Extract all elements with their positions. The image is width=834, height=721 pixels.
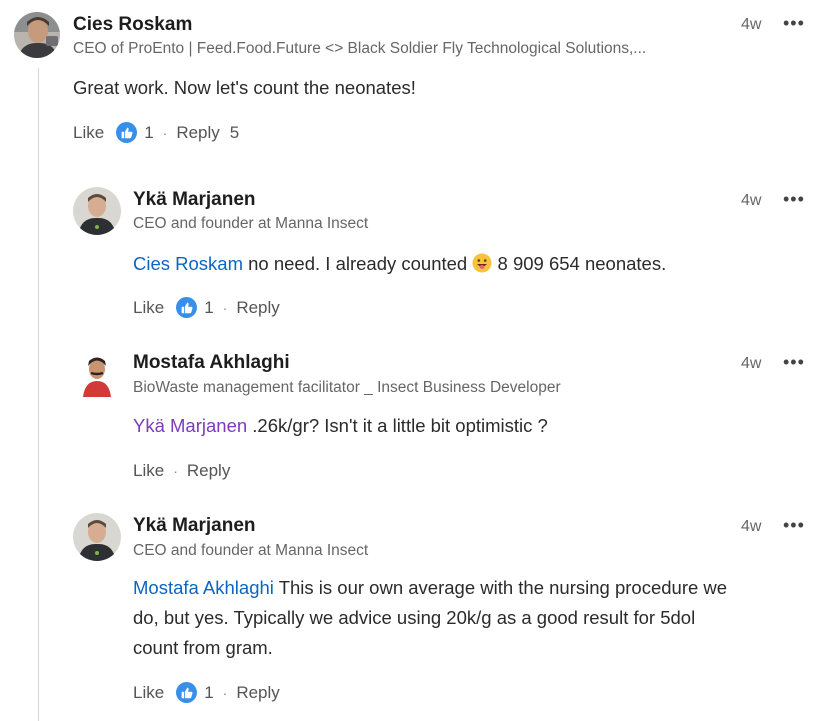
comment-actions: Like 1 · Reply [133,297,280,318]
author-headline: CEO of ProEnto | Feed.Food.Future <> Bla… [73,40,647,57]
timestamp: 4w [741,192,762,209]
like-count[interactable]: 1 [204,298,213,318]
like-count[interactable]: 1 [144,123,153,143]
author-headline: CEO and founder at Manna Insect [133,215,369,232]
like-button[interactable]: Like [133,683,164,703]
author-name[interactable]: Mostafa Akhlaghi [133,352,290,374]
timestamp: 4w [741,16,762,33]
thumbs-up-icon [176,297,198,318]
comment-text-part: 8 909 654 neonates. [492,253,667,274]
thumbs-up-icon [176,682,198,703]
reply-button[interactable]: Reply [236,683,279,703]
comment-text-part: no need. I already counted [243,253,473,274]
author-name[interactable]: Ykä Marjanen [133,189,256,211]
comment-text: Great work. Now let's count the neonates… [73,77,416,98]
timestamp: 4w [741,355,762,372]
author-headline: BioWaste management facilitator _ Insect… [133,379,561,396]
timestamp: 4w [741,518,762,535]
separator: · [222,299,228,316]
avatar[interactable] [73,187,121,235]
more-options-icon[interactable]: ••• [783,353,805,371]
reply-count[interactable]: 5 [230,123,239,143]
author-name[interactable]: Ykä Marjanen [133,515,256,537]
more-options-icon[interactable]: ••• [783,14,805,32]
mention-link[interactable]: Mostafa Akhlaghi [133,577,274,598]
thread-line [38,68,39,721]
separator: · [162,124,168,141]
more-options-icon[interactable]: ••• [783,190,805,208]
more-options-icon[interactable]: ••• [783,516,805,534]
comment-text-part: do, but yes. Typically we advice using 2… [133,607,696,628]
author-headline: CEO and founder at Manna Insect [133,542,369,559]
comment-text-part: .26k/gr? Isn't it a little bit optimisti… [247,415,548,436]
comment-actions: Like · Reply [133,461,230,481]
author-name[interactable]: Cies Roskam [73,14,192,36]
avatar[interactable] [73,351,121,399]
comment-text-part: This is our own average with the nursing… [273,577,728,598]
comment-actions: Like 1 · Reply [133,682,280,703]
comment-actions: Like 1 · Reply 5 [73,122,239,143]
like-button[interactable]: Like [133,461,164,481]
comment-text-part: count from gram. [133,637,273,658]
comment-text: Cies Roskam no need. I already counted 8… [133,249,666,282]
like-button[interactable]: Like [133,298,164,318]
comment-text: Mostafa Akhlaghi This is our own average… [133,573,823,663]
separator: · [222,684,228,701]
reply-button[interactable]: Reply [236,298,279,318]
mention-link[interactable]: Cies Roskam [133,253,243,274]
avatar[interactable] [14,12,60,58]
like-count[interactable]: 1 [204,683,213,703]
avatar[interactable] [73,513,121,561]
separator: · [173,463,178,479]
reply-button[interactable]: Reply [176,123,219,143]
comment-text: Ykä Marjanen .26k/gr? Isn't it a little … [133,411,548,441]
mention-link[interactable]: Ykä Marjanen [133,415,247,436]
thumbs-up-icon [116,122,138,143]
grinning-tongue-emoji-icon [472,252,492,282]
like-button[interactable]: Like [73,123,104,143]
reply-button[interactable]: Reply [187,461,230,481]
